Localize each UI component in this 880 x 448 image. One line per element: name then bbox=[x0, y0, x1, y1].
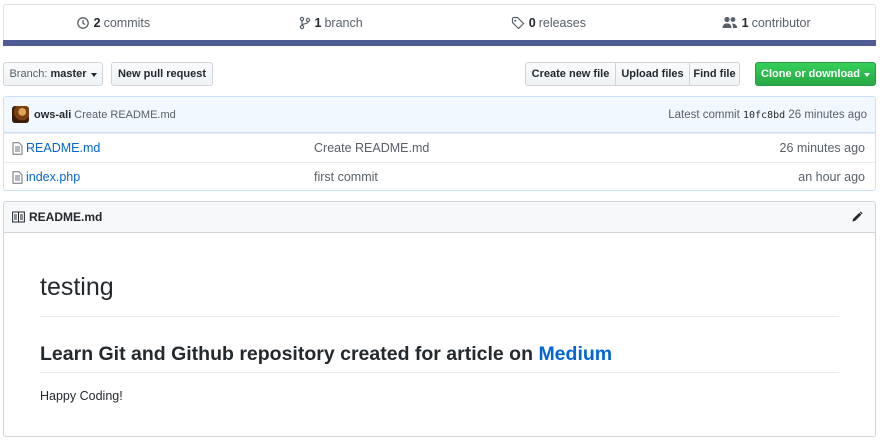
people-icon bbox=[722, 16, 737, 28]
upload-files-label: Upload files bbox=[621, 68, 684, 80]
new-pull-request-button[interactable]: New pull request bbox=[111, 62, 213, 86]
tag-icon bbox=[511, 16, 525, 29]
find-file-button[interactable]: Find file bbox=[690, 62, 740, 86]
branch-select-button[interactable]: Branch: master bbox=[3, 62, 103, 86]
new-pull-request-label: New pull request bbox=[117, 68, 207, 80]
file-commit-message[interactable]: Create README.md bbox=[314, 141, 429, 155]
readme-subheading: Learn Git and Github repository created … bbox=[40, 343, 839, 373]
readme-heading: testing bbox=[40, 273, 839, 317]
contributors-label: contributor bbox=[751, 15, 811, 30]
file-row: index.php first commit an hour ago bbox=[4, 162, 875, 190]
commit-author[interactable]: ows-ali bbox=[34, 109, 71, 121]
latest-commit-info: Latest commit 10fc8bd 26 minutes ago bbox=[668, 109, 867, 121]
commits-label: commits bbox=[103, 15, 151, 30]
file-icon bbox=[12, 141, 23, 155]
latest-commit-prefix: Latest commit bbox=[668, 108, 740, 121]
find-file-label: Find file bbox=[693, 68, 736, 80]
git-branch-icon bbox=[299, 16, 310, 29]
releases-count: 0 bbox=[528, 15, 536, 30]
branches-label: branch bbox=[324, 15, 363, 30]
language-bar[interactable] bbox=[3, 40, 876, 46]
readme-panel: README.md testing Learn Git and Github r… bbox=[3, 201, 876, 437]
readme-title: README.md bbox=[29, 210, 103, 224]
file-link[interactable]: README.md bbox=[12, 141, 100, 155]
commit-sha[interactable]: 10fc8bd bbox=[743, 110, 785, 121]
file-age: 26 minutes ago bbox=[779, 141, 865, 155]
avatar[interactable] bbox=[12, 106, 29, 123]
book-icon bbox=[12, 211, 25, 223]
file-navigation: Branch: master New pull request Create n… bbox=[3, 62, 876, 86]
file-actions-group: Create new file Upload files Find file bbox=[525, 62, 740, 86]
history-icon bbox=[76, 16, 89, 29]
caret-down-icon bbox=[90, 72, 97, 77]
medium-link[interactable]: Medium bbox=[538, 343, 612, 365]
file-list: ows-ali Create README.md Latest commit 1… bbox=[3, 96, 876, 191]
readme-header: README.md bbox=[4, 202, 875, 233]
file-icon bbox=[12, 170, 23, 184]
readme-paragraph: Happy Coding! bbox=[40, 389, 123, 403]
file-link[interactable]: index.php bbox=[12, 170, 80, 184]
file-name: README.md bbox=[26, 141, 101, 155]
clone-or-download-button[interactable]: Clone or download bbox=[755, 62, 876, 86]
create-new-file-button[interactable]: Create new file bbox=[525, 62, 616, 86]
clone-or-download-label: Clone or download bbox=[761, 68, 860, 80]
create-new-file-label: Create new file bbox=[531, 68, 610, 80]
branch-name: master bbox=[50, 68, 87, 80]
file-row: README.md Create README.md 26 minutes ag… bbox=[4, 133, 875, 162]
caret-down-icon bbox=[864, 72, 870, 77]
contributors-count: 1 bbox=[741, 15, 749, 30]
commits-count: 2 bbox=[93, 15, 101, 30]
readme-content: testing Learn Git and Github repository … bbox=[4, 273, 875, 403]
file-commit-message[interactable]: first commit bbox=[314, 170, 378, 184]
commit-message[interactable]: Create README.md bbox=[74, 109, 175, 121]
latest-commit-bar: ows-ali Create README.md Latest commit 1… bbox=[4, 97, 875, 133]
releases-label: releases bbox=[538, 15, 586, 30]
commit-age: 26 minutes ago bbox=[788, 108, 867, 121]
readme-subheading-text: Learn Git and Github repository created … bbox=[40, 343, 534, 365]
file-age: an hour ago bbox=[798, 170, 865, 184]
file-name: index.php bbox=[26, 170, 81, 184]
upload-files-button[interactable]: Upload files bbox=[616, 62, 690, 86]
branches-count: 1 bbox=[314, 15, 322, 30]
pencil-icon[interactable] bbox=[851, 211, 863, 223]
branch-prefix: Branch: bbox=[9, 68, 48, 80]
